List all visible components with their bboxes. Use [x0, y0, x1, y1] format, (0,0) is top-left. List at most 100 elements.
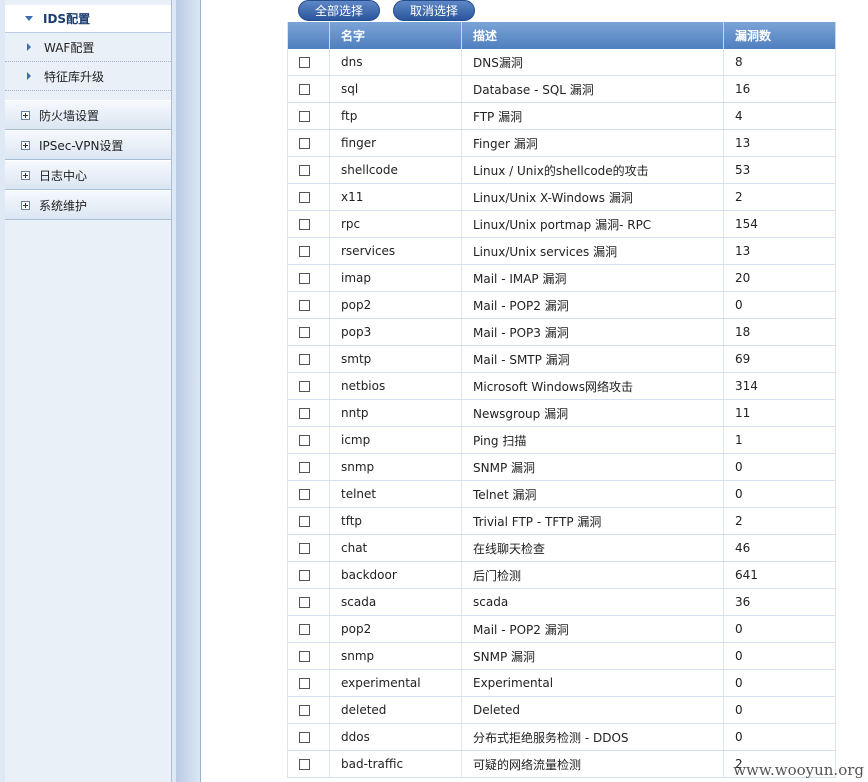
row-checkbox-cell	[287, 751, 330, 777]
row-checkbox[interactable]	[299, 407, 310, 419]
row-checkbox[interactable]	[299, 704, 310, 716]
sidebar-group-system-maintenance[interactable]: 系统维护	[5, 190, 171, 220]
row-checkbox[interactable]	[299, 542, 310, 554]
row-checkbox-cell	[287, 562, 330, 588]
row-checkbox[interactable]	[299, 56, 310, 68]
row-checkbox-cell	[287, 427, 330, 453]
row-checkbox[interactable]	[299, 515, 310, 527]
row-checkbox[interactable]	[299, 272, 310, 284]
table-row: pop3 Mail - POP3 漏洞 18	[287, 319, 836, 346]
row-checkbox[interactable]	[299, 137, 310, 149]
row-description: Experimental	[462, 670, 724, 696]
header-checkbox-col	[287, 22, 330, 49]
row-description: SNMP 漏洞	[462, 454, 724, 480]
row-checkbox[interactable]	[299, 380, 310, 392]
rules-table: 名字 描述 漏洞数 dns DNS漏洞 8 sql Database - SQL 漏洞 1…	[287, 22, 836, 778]
row-checkbox[interactable]	[299, 191, 310, 203]
row-checkbox-cell	[287, 130, 330, 156]
sidebar-menu: IDS配置 WAF配置 特征库升级 防火墙设置 IPSec-VPN设置 日志中心…	[5, 0, 172, 782]
row-name: pop3	[330, 319, 462, 345]
row-checkbox-cell	[287, 319, 330, 345]
table-row: deleted Deleted 0	[287, 697, 836, 724]
row-checkbox-cell	[287, 535, 330, 561]
row-checkbox[interactable]	[299, 461, 310, 473]
header-name: 名字	[330, 22, 462, 49]
row-description: 可疑的网络流量检测	[462, 751, 724, 777]
select-all-button[interactable]: 全部选择	[298, 0, 380, 21]
row-checkbox-cell	[287, 670, 330, 696]
row-checkbox[interactable]	[299, 299, 310, 311]
row-checkbox[interactable]	[299, 434, 310, 446]
sidebar-group-label: 防火墙设置	[39, 108, 100, 123]
row-name: netbios	[330, 373, 462, 399]
row-checkbox-cell	[287, 643, 330, 669]
sidebar-group-label: IPSec-VPN设置	[39, 138, 124, 153]
row-name: rpc	[330, 211, 462, 237]
row-count: 69	[724, 346, 836, 372]
row-count: 314	[724, 373, 836, 399]
row-name: pop2	[330, 292, 462, 318]
watermark: www.wooyun.org	[733, 761, 864, 779]
row-checkbox[interactable]	[299, 650, 310, 662]
row-count: 46	[724, 535, 836, 561]
table-row: imap Mail - IMAP 漏洞 20	[287, 265, 836, 292]
row-checkbox-cell	[287, 589, 330, 615]
row-description: scada	[462, 589, 724, 615]
row-checkbox[interactable]	[299, 83, 310, 95]
table-row: chat 在线聊天检查 46	[287, 535, 836, 562]
row-checkbox[interactable]	[299, 623, 310, 635]
row-checkbox[interactable]	[299, 326, 310, 338]
row-checkbox[interactable]	[299, 110, 310, 122]
row-checkbox-cell	[287, 184, 330, 210]
row-checkbox-cell	[287, 481, 330, 507]
sidebar-group-label: 系统维护	[39, 198, 88, 213]
table-row: netbios Microsoft Windows网络攻击 314	[287, 373, 836, 400]
row-checkbox[interactable]	[299, 569, 310, 581]
row-checkbox[interactable]	[299, 245, 310, 257]
deselect-all-button[interactable]: 取消选择	[393, 0, 475, 21]
row-count: 0	[724, 670, 836, 696]
row-name: chat	[330, 535, 462, 561]
row-name: shellcode	[330, 157, 462, 183]
row-description: Linux/Unix portmap 漏洞- RPC	[462, 211, 724, 237]
row-checkbox[interactable]	[299, 758, 310, 770]
row-name: dns	[330, 49, 462, 75]
table-row: ftp FTP 漏洞 4	[287, 103, 836, 130]
row-count: 641	[724, 562, 836, 588]
sidebar-group-log-center[interactable]: 日志中心	[5, 160, 171, 190]
row-name: deleted	[330, 697, 462, 723]
row-checkbox-cell	[287, 103, 330, 129]
row-checkbox[interactable]	[299, 488, 310, 500]
row-name: ftp	[330, 103, 462, 129]
row-description: 分布式拒绝服务检测 - DDOS	[462, 724, 724, 750]
row-checkbox-cell	[287, 346, 330, 372]
row-checkbox-cell	[287, 697, 330, 723]
row-checkbox[interactable]	[299, 218, 310, 230]
row-checkbox[interactable]	[299, 677, 310, 689]
row-count: 2	[724, 508, 836, 534]
table-body: dns DNS漏洞 8 sql Database - SQL 漏洞 16 ftp FTP 漏洞…	[287, 49, 836, 778]
row-checkbox[interactable]	[299, 353, 310, 365]
row-checkbox[interactable]	[299, 164, 310, 176]
row-name: nntp	[330, 400, 462, 426]
row-checkbox-cell	[287, 211, 330, 237]
sidebar-item-signature-upgrade[interactable]: 特征库升级	[5, 62, 171, 91]
expand-plus-icon	[21, 170, 30, 180]
sidebar-item-waf-config[interactable]: WAF配置	[5, 33, 171, 62]
row-name: bad-traffic	[330, 751, 462, 777]
expand-plus-icon	[21, 140, 30, 150]
row-name: experimental	[330, 670, 462, 696]
sidebar-group-ipsec-vpn[interactable]: IPSec-VPN设置	[5, 130, 171, 160]
row-name: snmp	[330, 454, 462, 480]
sidebar-item-ids-config[interactable]: IDS配置	[5, 5, 171, 33]
row-description: Ping 扫描	[462, 427, 724, 453]
row-name: finger	[330, 130, 462, 156]
row-count: 20	[724, 265, 836, 291]
sidebar-group-firewall[interactable]: 防火墙设置	[5, 100, 171, 130]
row-count: 8	[724, 49, 836, 75]
row-checkbox[interactable]	[299, 731, 310, 743]
row-checkbox[interactable]	[299, 596, 310, 608]
row-description: Linux / Unix的shellcode的攻击	[462, 157, 724, 183]
row-checkbox-cell	[287, 49, 330, 75]
row-count: 13	[724, 130, 836, 156]
